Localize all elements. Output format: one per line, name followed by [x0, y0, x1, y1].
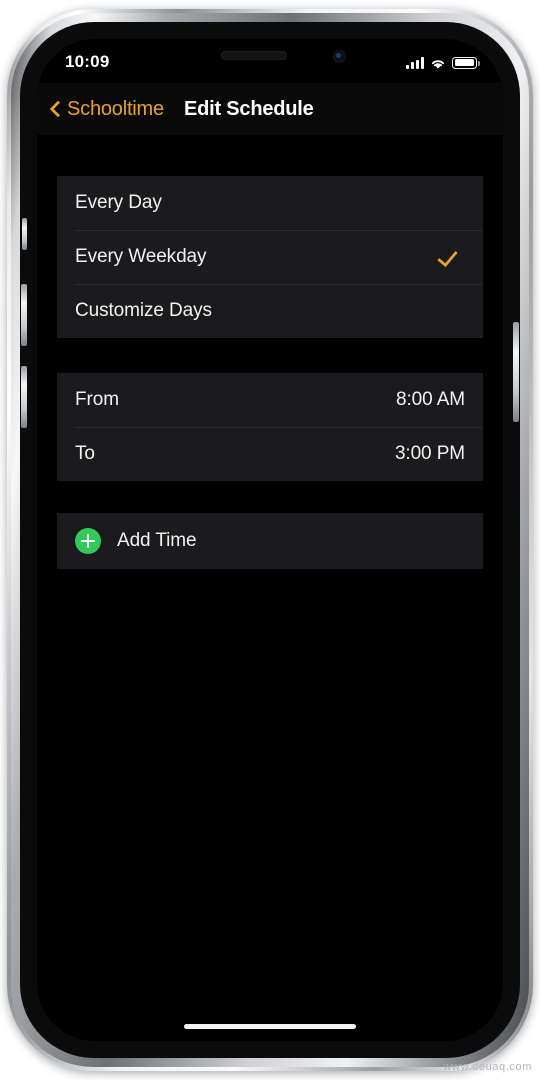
list-item-label: Customize Days [75, 300, 212, 321]
device-bezel-inner: 10:09 Schooltime Edit Schedule Every Day… [20, 22, 520, 1058]
notch [164, 39, 376, 73]
home-indicator[interactable] [184, 1024, 356, 1029]
device-bezel-mid: 10:09 Schooltime Edit Schedule Every Day… [11, 13, 529, 1067]
volume-up-button[interactable] [21, 284, 27, 346]
watermark: www.deuaq.com [443, 1061, 532, 1073]
volume-down-button[interactable] [21, 366, 27, 428]
front-camera-icon [333, 50, 346, 63]
navigation-bar: Schooltime Edit Schedule [37, 83, 503, 135]
page-title: Edit Schedule [183, 97, 314, 120]
from-time-value[interactable]: 8:00 AM [396, 389, 465, 411]
list-item-from[interactable]: From 8:00 AM [57, 373, 483, 427]
checkmark-icon [439, 246, 461, 268]
list-item-every-day[interactable]: Every Day [57, 176, 483, 230]
add-time-label: Add Time [117, 530, 197, 551]
list-item-to[interactable]: To 3:00 PM [57, 427, 483, 481]
list-item-customize-days[interactable]: Customize Days [57, 284, 483, 338]
power-button[interactable] [513, 322, 519, 422]
schedule-options-section: Every Day Every Weekday Customize Days [57, 176, 483, 338]
list-item-label: Every Weekday [75, 246, 207, 267]
spacer-bottom [37, 481, 503, 513]
status-bar-icons [406, 54, 480, 69]
earpiece-speaker-icon [221, 51, 287, 60]
mute-switch-button[interactable] [22, 218, 27, 250]
back-button[interactable]: Schooltime [49, 98, 164, 121]
wifi-icon [430, 57, 446, 69]
list-item-label: Every Day [75, 192, 162, 213]
cellular-signal-icon [406, 57, 424, 69]
settings-content: Every Day Every Weekday Customize Days F… [37, 135, 503, 1041]
time-range-section: From 8:00 AM To 3:00 PM [57, 373, 483, 481]
add-time-button[interactable]: Add Time [57, 513, 483, 569]
to-time-value[interactable]: 3:00 PM [395, 443, 465, 465]
phone-screen: 10:09 Schooltime Edit Schedule Every Day… [37, 39, 503, 1041]
spacer-top [37, 135, 503, 176]
add-time-section: Add Time [57, 513, 483, 569]
chevron-left-icon [49, 99, 61, 119]
list-item-every-weekday[interactable]: Every Weekday [57, 230, 483, 284]
back-button-label: Schooltime [67, 97, 164, 120]
list-item-label: To [75, 443, 95, 464]
list-item-label: From [75, 389, 119, 410]
plus-circle-icon [75, 528, 101, 554]
device-frame: 10:09 Schooltime Edit Schedule Every Day… [7, 9, 533, 1071]
spacer-mid [37, 338, 503, 373]
battery-full-icon [452, 56, 480, 69]
status-bar-time: 10:09 [65, 52, 110, 71]
